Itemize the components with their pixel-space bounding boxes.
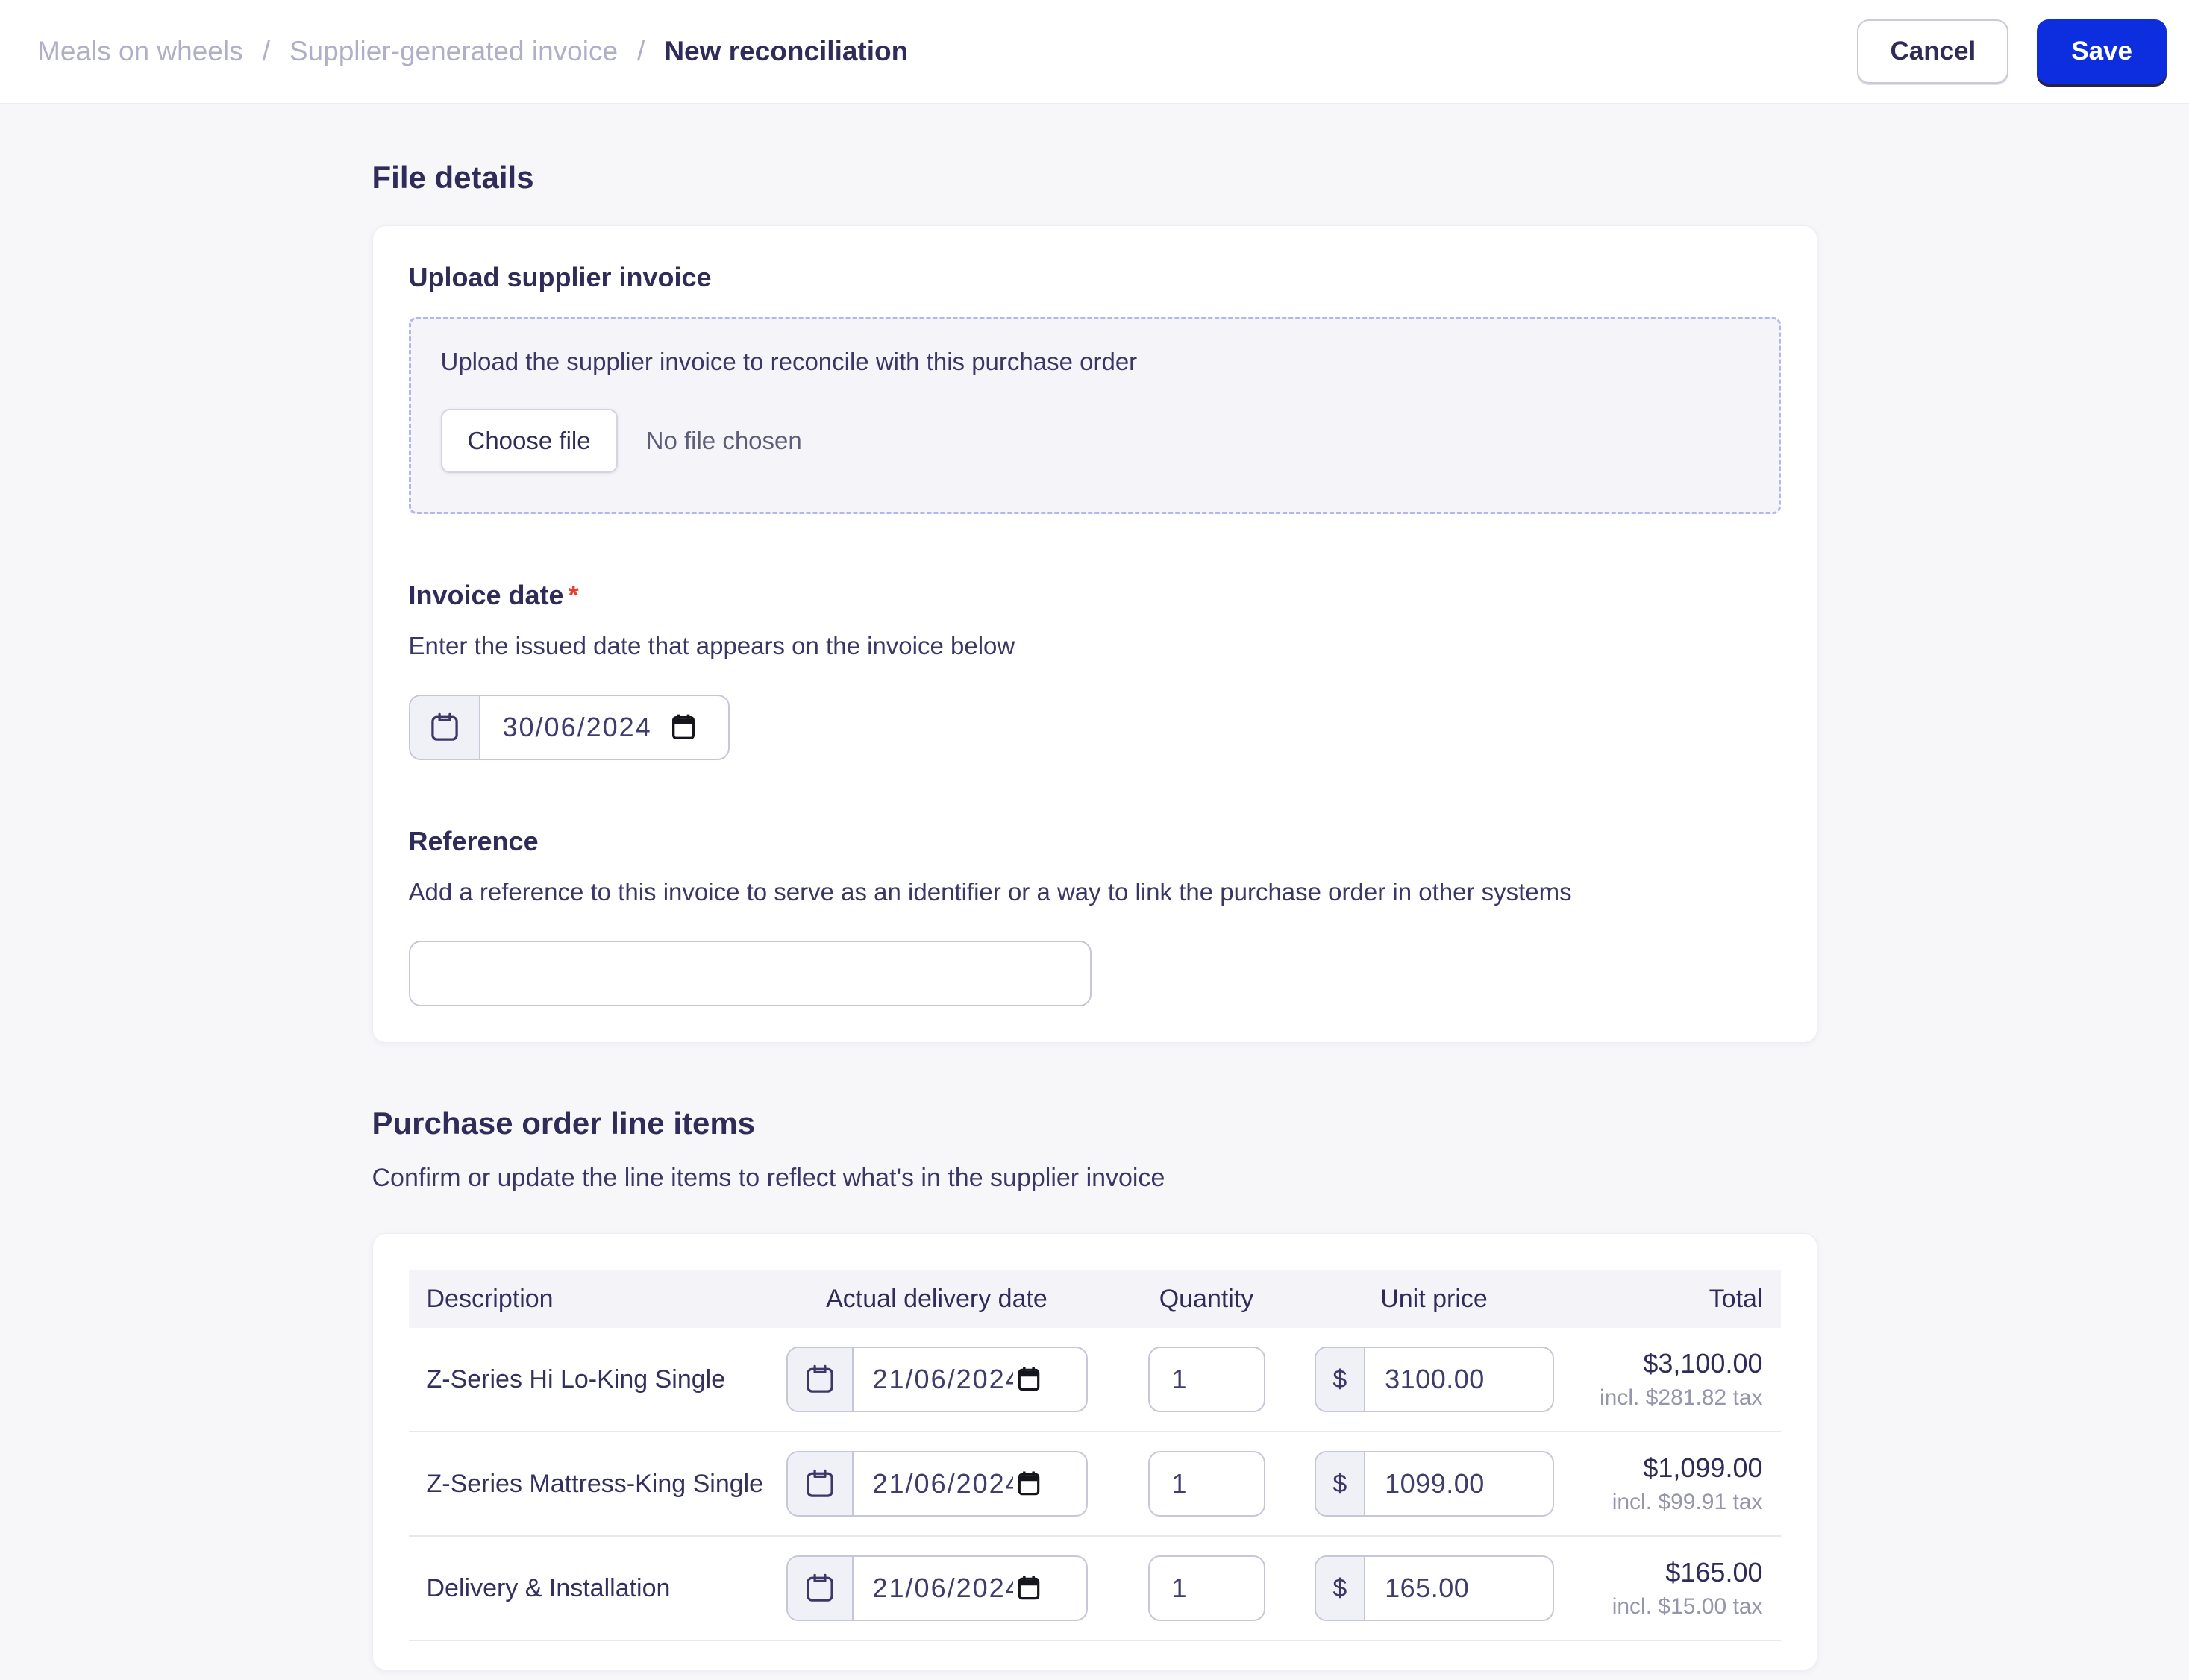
- page-content: File details Upload supplier invoice Upl…: [372, 104, 1817, 1670]
- invoice-date-input[interactable]: [408, 695, 730, 760]
- dollar-sign-prefix: $: [1315, 1348, 1366, 1411]
- invoice-date-label: Invoice date *: [408, 580, 579, 610]
- quantity-input[interactable]: [1147, 1347, 1265, 1412]
- upload-instruction: Upload the supplier invoice to reconcile…: [440, 348, 1138, 375]
- reference-field-group: Reference Add a reference to this invoic…: [408, 826, 1781, 1006]
- cancel-button[interactable]: Cancel: [1857, 19, 2009, 84]
- quantity-input[interactable]: [1147, 1555, 1265, 1621]
- delivery-date-input[interactable]: [786, 1555, 1088, 1621]
- reference-helper: Add a reference to this invoice to serve…: [408, 878, 1572, 906]
- invoice-date-helper: Enter the issued date that appears on th…: [408, 632, 1015, 659]
- line-total: $3,100.00: [1643, 1348, 1763, 1379]
- breadcrumb-separator: /: [637, 36, 645, 66]
- line-items-card: Description Actual delivery date Quantit…: [372, 1233, 1817, 1670]
- calendar-icon: [787, 1557, 854, 1620]
- upload-dropzone[interactable]: Upload the supplier invoice to reconcile…: [408, 317, 1781, 514]
- line-item-description: Z-Series Mattress-King Single: [426, 1469, 764, 1498]
- unit-price-value[interactable]: [1365, 1452, 1553, 1515]
- upload-supplier-invoice-label: Upload supplier invoice: [408, 262, 712, 292]
- date-picker-icon[interactable]: [1015, 1557, 1061, 1620]
- table-row: Z-Series Mattress-King Single $ $1,099.00 i…: [408, 1432, 1781, 1537]
- unit-price-value[interactable]: [1365, 1348, 1553, 1411]
- breadcrumb-item-current-new-reconciliation: New reconciliation: [664, 36, 909, 66]
- column-header-description: Description: [426, 1284, 554, 1313]
- line-total: $165.00: [1665, 1557, 1763, 1587]
- file-details-card: Upload supplier invoice Upload the suppl…: [372, 225, 1817, 1043]
- date-picker-icon[interactable]: [1015, 1348, 1061, 1411]
- table-row: Delivery & Installation $ $165.00 incl. $15…: [408, 1537, 1781, 1641]
- header-actions: Cancel Save: [1857, 19, 2167, 84]
- line-tax: incl. $15.00 tax: [1612, 1594, 1763, 1619]
- dollar-sign-prefix: $: [1315, 1452, 1366, 1515]
- line-total: $1,099.00: [1643, 1452, 1763, 1483]
- breadcrumb-separator: /: [262, 36, 270, 66]
- calendar-icon: [410, 696, 480, 759]
- quantity-input[interactable]: [1147, 1451, 1265, 1517]
- breadcrumb-item-meals-on-wheels[interactable]: Meals on wheels: [37, 36, 243, 67]
- delivery-date-value[interactable]: [853, 1452, 1015, 1515]
- required-asterisk: *: [568, 580, 579, 610]
- breadcrumb: Meals on wheels / Supplier-generated inv…: [37, 36, 908, 67]
- unit-price-input[interactable]: $: [1314, 1347, 1554, 1412]
- calendar-icon: [787, 1452, 854, 1515]
- breadcrumb-item-supplier-generated-invoice[interactable]: Supplier-generated invoice: [289, 36, 618, 67]
- delivery-date-input[interactable]: [786, 1451, 1088, 1517]
- unit-price-value[interactable]: [1365, 1557, 1553, 1620]
- no-file-chosen-text: No file chosen: [645, 427, 802, 454]
- top-bar: Meals on wheels / Supplier-generated inv…: [0, 0, 2189, 104]
- unit-price-input[interactable]: $: [1314, 1451, 1554, 1517]
- line-item-description: Delivery & Installation: [426, 1573, 671, 1602]
- dollar-sign-prefix: $: [1315, 1557, 1366, 1620]
- delivery-date-value[interactable]: [853, 1557, 1015, 1620]
- reference-label: Reference: [408, 826, 539, 856]
- line-items-heading: Purchase order line items: [372, 1106, 756, 1141]
- save-button[interactable]: Save: [2037, 19, 2167, 84]
- line-tax: incl. $281.82 tax: [1600, 1385, 1763, 1410]
- line-item-description: Z-Series Hi Lo-King Single: [426, 1364, 726, 1394]
- unit-price-input[interactable]: $: [1314, 1555, 1554, 1621]
- line-items-subtitle: Confirm or update the line items to refl…: [372, 1164, 1165, 1192]
- invoice-date-value[interactable]: [480, 696, 668, 759]
- reference-input[interactable]: [408, 941, 1092, 1006]
- date-picker-icon[interactable]: [1015, 1452, 1061, 1515]
- table-header-row: Description Actual delivery date Quantit…: [408, 1270, 1781, 1328]
- invoice-date-field-group: Invoice date * Enter the issued date that…: [408, 580, 1781, 760]
- file-details-heading: File details: [372, 160, 534, 195]
- column-header-quantity: Quantity: [1159, 1284, 1254, 1313]
- table-row: Z-Series Hi Lo-King Single $ $3,100.00 incl…: [408, 1328, 1781, 1432]
- choose-file-button[interactable]: Choose file: [440, 409, 618, 473]
- column-header-unit-price: Unit price: [1380, 1284, 1488, 1313]
- calendar-icon: [787, 1348, 854, 1411]
- line-tax: incl. $99.91 tax: [1612, 1490, 1763, 1514]
- date-picker-icon[interactable]: [668, 696, 716, 759]
- column-header-delivery-date: Actual delivery date: [826, 1284, 1047, 1313]
- delivery-date-value[interactable]: [853, 1348, 1015, 1411]
- column-header-total: Total: [1709, 1284, 1763, 1313]
- delivery-date-input[interactable]: [786, 1347, 1088, 1412]
